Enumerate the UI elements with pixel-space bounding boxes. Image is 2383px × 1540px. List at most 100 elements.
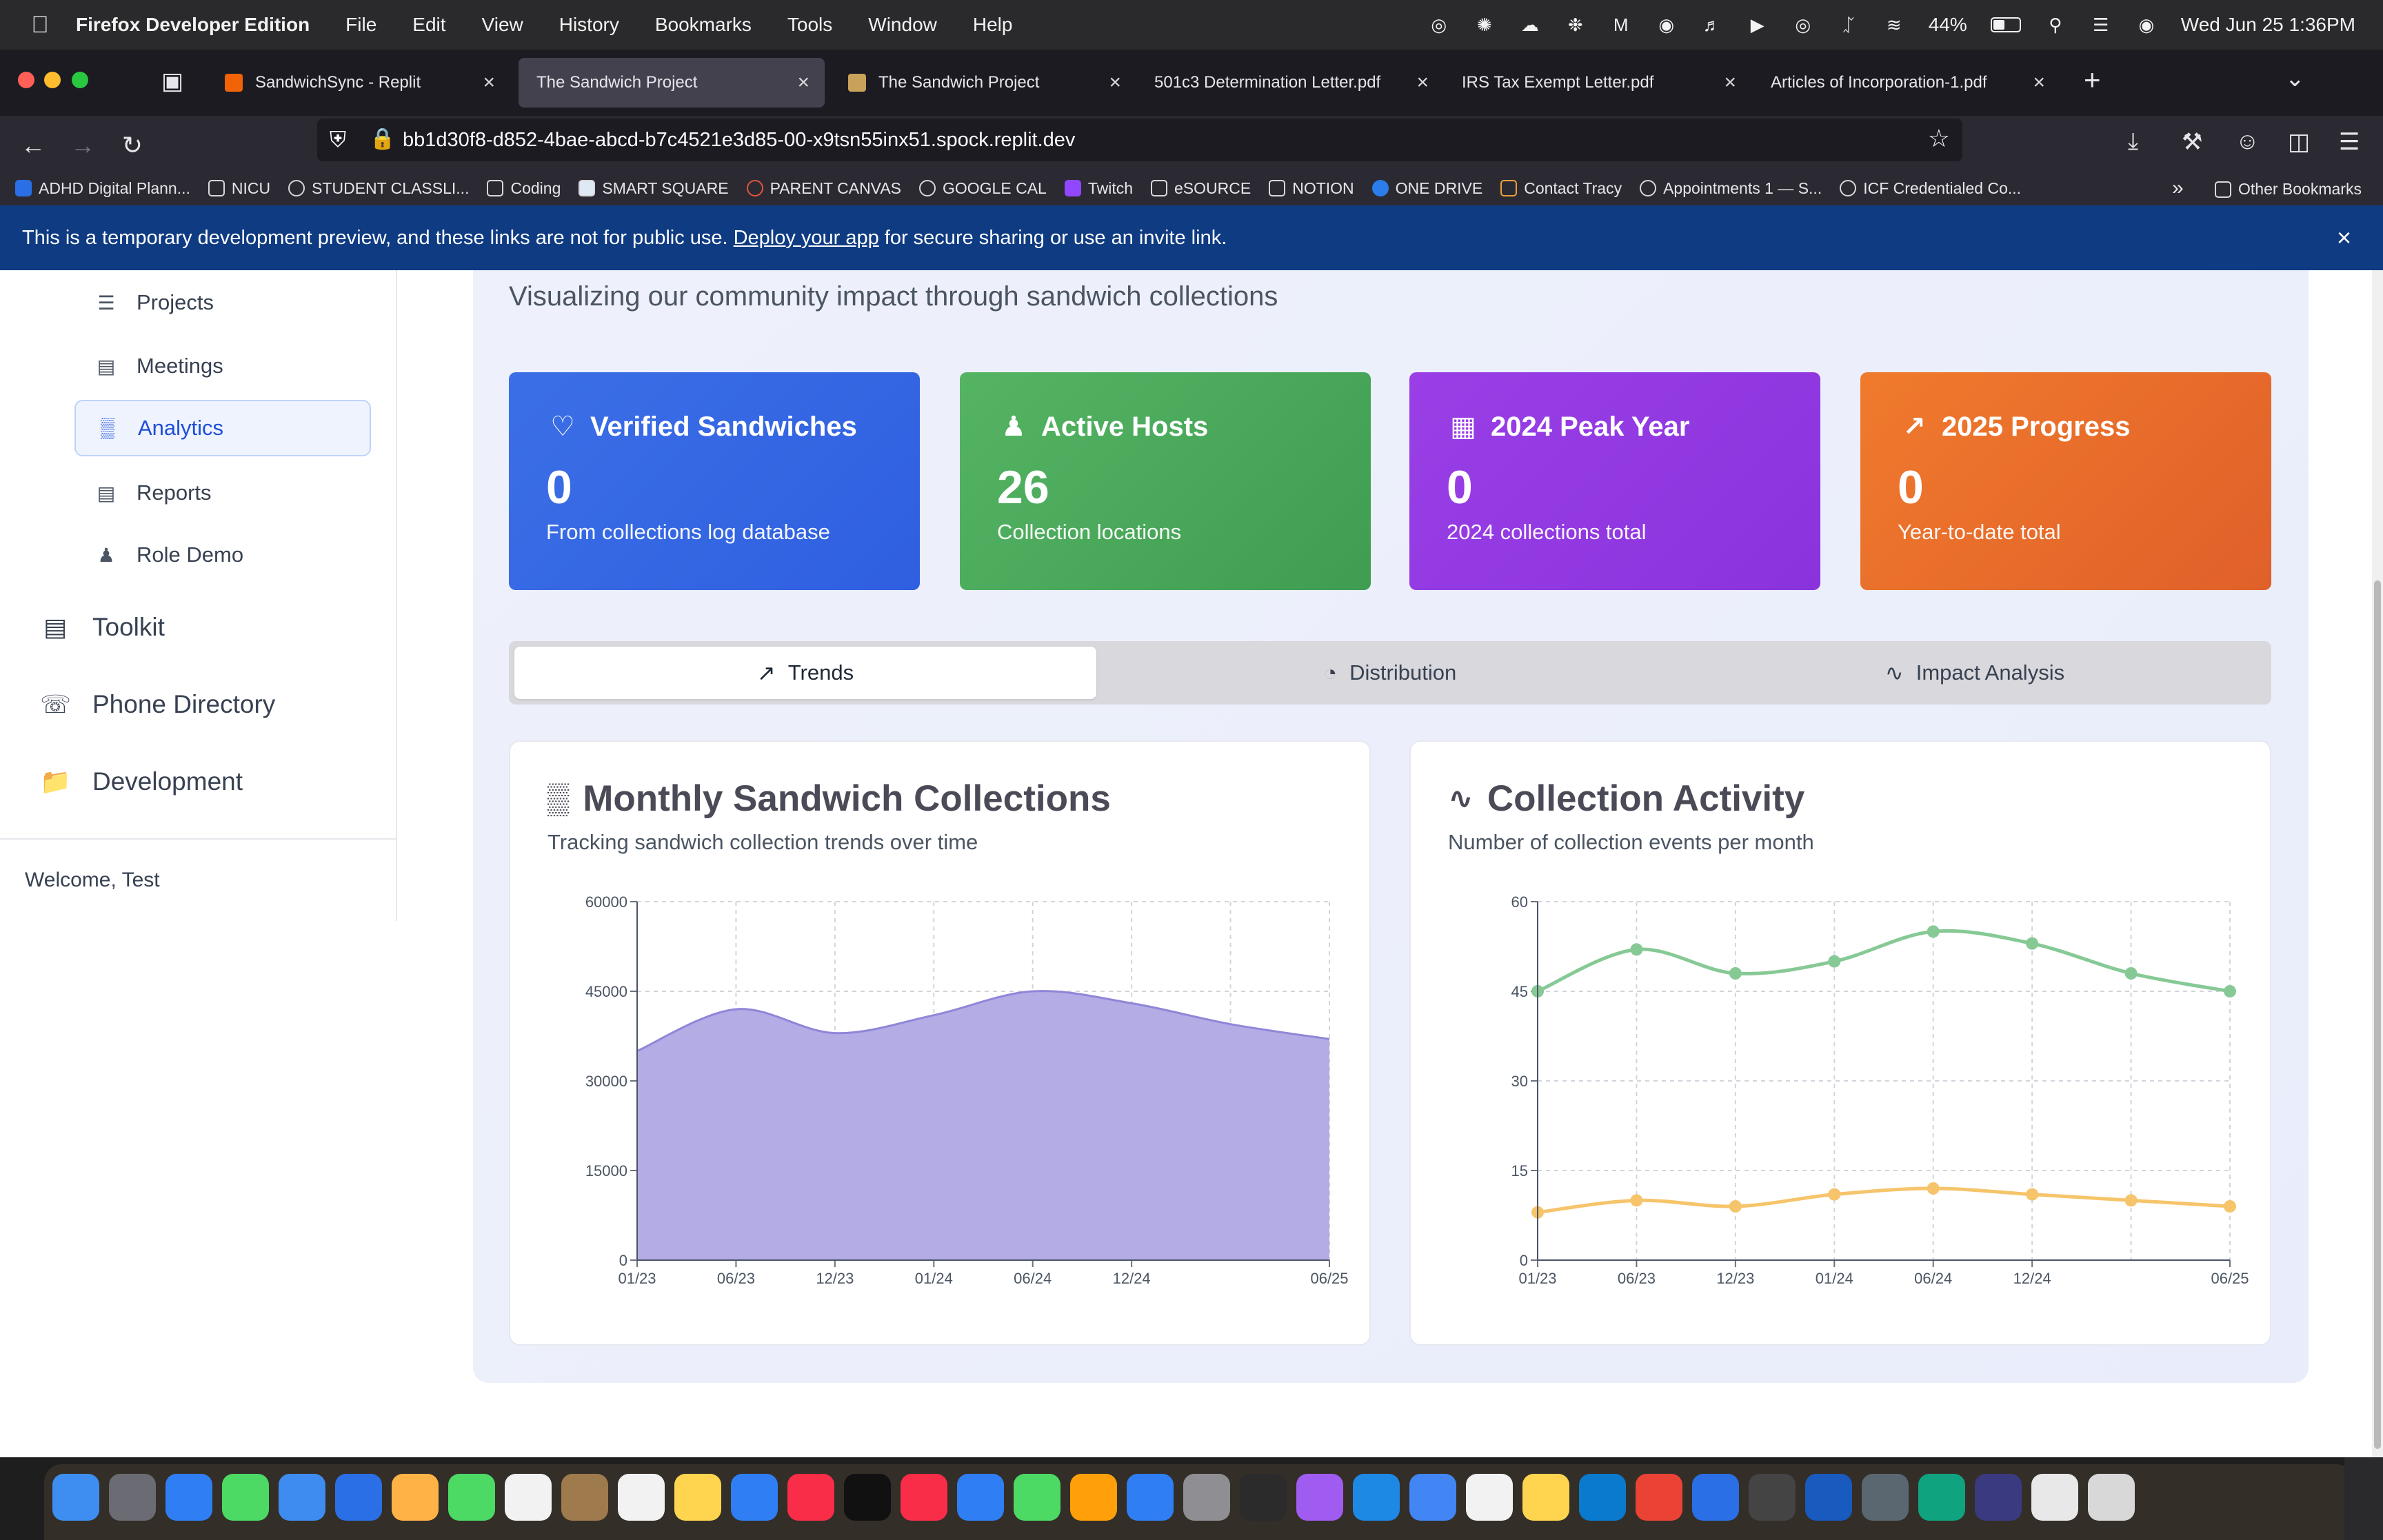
browser-tab[interactable]: SandwichSync - Replit ×	[207, 58, 510, 108]
sidebar-item-reports[interactable]: ▤ Reports	[74, 465, 371, 521]
dock-app-icon[interactable]	[1975, 1474, 2022, 1521]
dock-app-icon[interactable]	[1183, 1474, 1230, 1521]
sidebar-item-development[interactable]: 📁 Development	[40, 754, 243, 809]
play-icon[interactable]: ▶	[1747, 14, 1769, 36]
lock-icon[interactable]: 🔒	[370, 127, 395, 151]
dock-app-icon[interactable]	[1127, 1474, 1174, 1521]
siri-icon[interactable]: ◉	[2135, 14, 2158, 36]
close-tab-icon[interactable]: ×	[2033, 71, 2045, 94]
dock-app-icon[interactable]	[2088, 1474, 2135, 1521]
list-all-tabs-icon[interactable]: ⌄	[2285, 65, 2305, 92]
bookmark-item[interactable]: eSOURCE	[1151, 179, 1251, 198]
menu-file[interactable]: File	[345, 14, 376, 36]
control-center-icon[interactable]: ☰	[2090, 14, 2112, 36]
app-menu[interactable]: Firefox Developer Edition	[76, 14, 310, 36]
tab-distribution[interactable]: ◔ Distribution	[1099, 647, 1681, 699]
browser-tab-active[interactable]: The Sandwich Project ×	[519, 58, 825, 108]
account-icon[interactable]: ☺	[2235, 128, 2260, 155]
bookmark-item[interactable]: ICF Credentialed Co...	[1840, 179, 2021, 198]
dock-app-icon[interactable]	[279, 1474, 325, 1521]
bookmark-folder[interactable]: NICU	[208, 179, 270, 198]
dock-app-icon[interactable]	[1692, 1474, 1739, 1521]
dock-app-icon[interactable]	[165, 1474, 212, 1521]
sidebar-item-analytics[interactable]: ▒ Analytics	[74, 400, 371, 456]
dock-app-icon[interactable]	[1466, 1474, 1513, 1521]
reload-icon[interactable]: ↻	[116, 131, 149, 160]
address-bar[interactable]: ⛨ 🔒 bb1d30f8-d852-4bae-abcd-b7c4521e3d85…	[317, 119, 1962, 161]
app-menu-icon[interactable]: ☰	[2339, 128, 2360, 156]
status-app-icon[interactable]: ◉	[1656, 14, 1678, 36]
extensions-icon[interactable]: ◫	[2288, 128, 2310, 156]
page-scrollbar[interactable]	[2372, 270, 2383, 1457]
close-tab-icon[interactable]: ×	[483, 71, 495, 94]
browser-tab[interactable]: The Sandwich Project ×	[830, 58, 1136, 108]
dock-app-icon[interactable]	[1240, 1474, 1287, 1521]
dock-app-icon[interactable]	[392, 1474, 439, 1521]
battery-icon[interactable]	[1990, 17, 2021, 32]
menu-bookmarks[interactable]: Bookmarks	[655, 14, 752, 36]
browser-tab[interactable]: 501c3 Determination Letter.pdf ×	[1136, 58, 1444, 108]
dock-app-icon[interactable]	[505, 1474, 552, 1521]
bookmark-item[interactable]: ONE DRIVE	[1371, 179, 1482, 198]
menu-edit[interactable]: Edit	[412, 14, 445, 36]
other-bookmarks-folder[interactable]: Other Bookmarks	[2215, 180, 2362, 199]
close-tab-icon[interactable]: ×	[1724, 71, 1736, 94]
menu-view[interactable]: View	[482, 14, 523, 36]
minimize-window-button[interactable]	[44, 72, 61, 88]
menu-history[interactable]: History	[559, 14, 619, 36]
dock-app-icon[interactable]	[618, 1474, 665, 1521]
back-icon[interactable]: ←	[17, 131, 50, 160]
dock-app-icon[interactable]	[844, 1474, 891, 1521]
url-text[interactable]: bb1d30f8-d852-4bae-abcd-b7c4521e3d85-00-…	[403, 129, 1075, 152]
dock-app-icon[interactable]	[1070, 1474, 1117, 1521]
dock-app-icon[interactable]	[901, 1474, 947, 1521]
dock-app-icon[interactable]	[1805, 1474, 1852, 1521]
dock-app-icon[interactable]	[1579, 1474, 1626, 1521]
close-tab-icon[interactable]: ×	[1416, 71, 1429, 94]
dock-app-icon[interactable]	[448, 1474, 495, 1521]
tab-impact-analysis[interactable]: ∿ Impact Analysis	[1684, 647, 2266, 699]
status-app-icon[interactable]: ☁	[1519, 14, 1541, 36]
sidebar-item-phone-directory[interactable]: ☏ Phone Directory	[40, 677, 275, 732]
malwarebytes-icon[interactable]: M	[1610, 14, 1632, 36]
bookmark-item[interactable]: Twitch	[1064, 179, 1133, 198]
dock-app-icon[interactable]	[335, 1474, 382, 1521]
dock-app-icon[interactable]	[674, 1474, 721, 1521]
developer-tools-icon[interactable]: ⚒	[2182, 128, 2202, 156]
bookmark-item[interactable]: NOTION	[1269, 179, 1354, 198]
dock-app-icon[interactable]	[1636, 1474, 1682, 1521]
maximize-window-button[interactable]	[72, 72, 88, 88]
shield-icon[interactable]: ⛨	[330, 127, 346, 153]
downloads-icon[interactable]: ⤓	[2128, 128, 2138, 155]
close-tab-icon[interactable]: ×	[797, 71, 810, 94]
bookmark-item[interactable]: SMART SQUARE	[579, 179, 729, 198]
dock-app-icon[interactable]	[1353, 1474, 1400, 1521]
sidebar-item-projects[interactable]: ☰ Projects	[74, 274, 371, 331]
menu-tools[interactable]: Tools	[787, 14, 832, 36]
dock-app-icon[interactable]	[1918, 1474, 1965, 1521]
bookmark-item[interactable]: Appointments 1 — S...	[1640, 179, 1822, 198]
dock-app-icon[interactable]	[1862, 1474, 1909, 1521]
status-app-icon[interactable]: ◎	[1428, 14, 1450, 36]
tab-overview-icon[interactable]: ▣	[161, 68, 183, 95]
airdrop-icon[interactable]: ◎	[1792, 14, 1814, 36]
deploy-app-link[interactable]: Deploy your app	[734, 227, 879, 250]
menu-help[interactable]: Help	[973, 14, 1013, 36]
bookmark-folder[interactable]: Coding	[487, 179, 561, 198]
dock-app-icon[interactable]	[787, 1474, 834, 1521]
status-app-icon[interactable]: ✺	[1474, 14, 1496, 36]
dock-app-icon[interactable]	[1296, 1474, 1343, 1521]
tab-trends[interactable]: ↗ Trends	[514, 647, 1096, 699]
browser-tab[interactable]: Articles of Incorporation-1.pdf ×	[1753, 58, 2060, 108]
dock-app-icon[interactable]	[1409, 1474, 1456, 1521]
sidebar-item-meetings[interactable]: ▤ Meetings	[74, 338, 371, 394]
bookmark-item[interactable]: PARENT CANVAS	[746, 179, 901, 198]
clock[interactable]: Wed Jun 25 1:36PM	[2181, 14, 2355, 36]
close-tab-icon[interactable]: ×	[1109, 71, 1121, 94]
bookmark-item[interactable]: ADHD Digital Plann...	[15, 179, 190, 198]
sidebar-item-toolkit[interactable]: ▤ Toolkit	[40, 600, 165, 655]
bookmark-item[interactable]: Contact Tracy	[1500, 179, 1622, 198]
sidebar-item-role-demo[interactable]: ♟ Role Demo	[74, 527, 371, 583]
dock-app-icon[interactable]	[109, 1474, 156, 1521]
bookmark-item[interactable]: GOOGLE CAL	[919, 179, 1047, 198]
